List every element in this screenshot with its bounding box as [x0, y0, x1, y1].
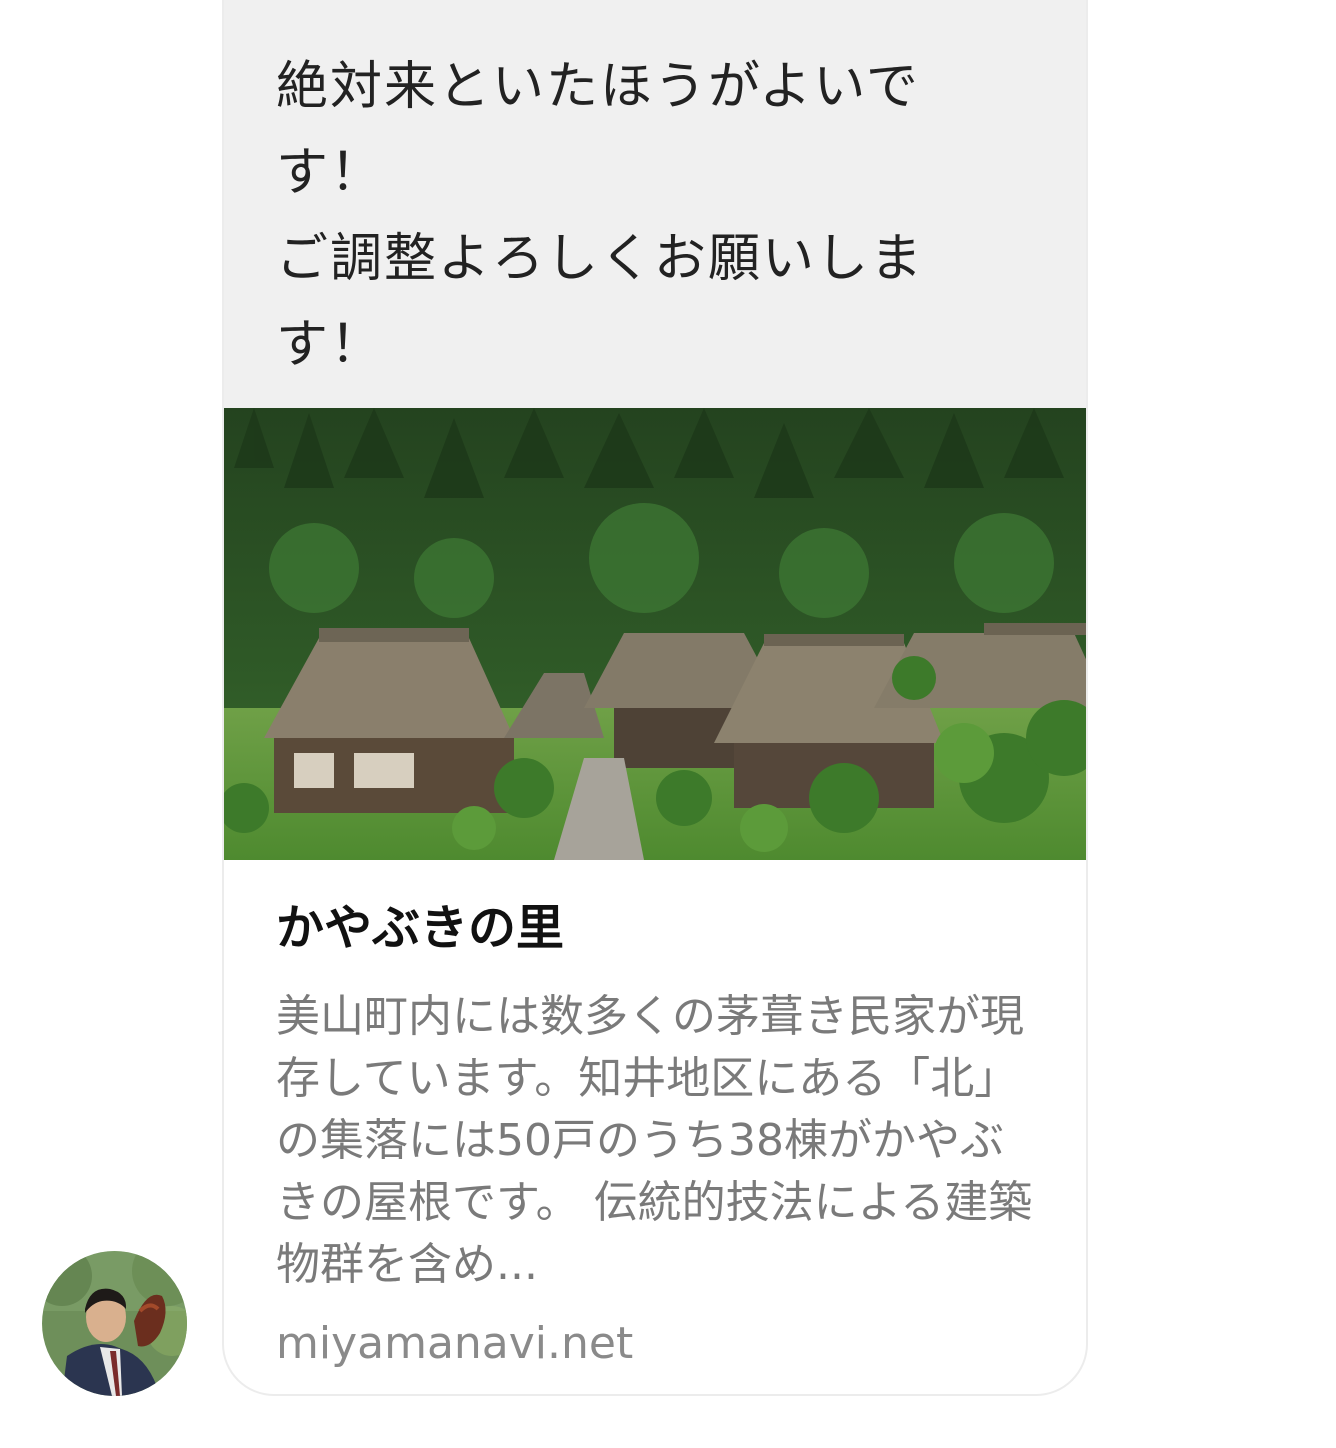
- message-bubble: 絶対来といたほうがよいで す！ ご調整よろしくお願いしま す！ かやぶきの里 美…: [222, 0, 1088, 1396]
- message-text: 絶対来といたほうがよいで す！ ご調整よろしくお願いしま す！: [276, 57, 925, 375]
- link-preview-domain: miyamanavi.net: [276, 1318, 634, 1369]
- sender-avatar[interactable]: [42, 1251, 187, 1396]
- message-text-block: 絶対来といたほうがよいで す！ ご調整よろしくお願いしま す！: [224, 0, 1086, 408]
- link-preview-description: 美山町内には数多くの茅葺き民家が現存しています。知井地区にある「北」の集落には5…: [276, 991, 1033, 1290]
- village-photo: [224, 408, 1086, 860]
- link-preview-body[interactable]: かやぶきの里 美山町内には数多くの茅葺き民家が現存しています。知井地区にある「北…: [224, 860, 1086, 1374]
- link-preview-image[interactable]: [224, 408, 1086, 860]
- link-preview-title: かやぶきの里: [276, 900, 565, 956]
- avatar-photo: [42, 1251, 187, 1396]
